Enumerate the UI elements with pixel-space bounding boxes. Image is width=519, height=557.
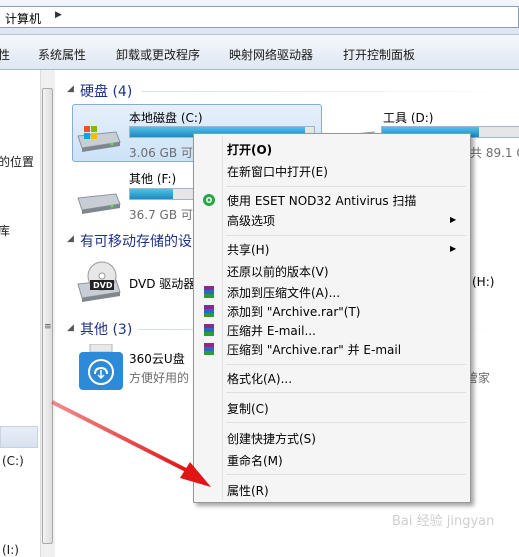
- menu-item-restore-previous[interactable]: 还原以前的版本(V): [227, 263, 329, 280]
- menu-item-add-to-archive-rar[interactable]: 添加到 "Archive.rar"(T): [227, 303, 360, 320]
- winrar-icon: [204, 324, 214, 336]
- collapse-arrow-icon[interactable]: ◢: [67, 234, 74, 244]
- dvd-drive-name[interactable]: DVD 驱动器: [129, 275, 195, 292]
- properties-command[interactable]: 性: [0, 46, 10, 63]
- drive-f-free-space: 36.7 GB 可: [129, 208, 193, 222]
- menu-separator: [226, 364, 466, 365]
- command-bar: 性 系统属性 卸载或更改程序 映射网络驱动器 打开控制面板: [0, 35, 519, 70]
- collapse-arrow-icon[interactable]: ◢: [67, 323, 74, 333]
- drive-d-name[interactable]: 工具 (D:): [383, 109, 433, 126]
- menu-item-properties[interactable]: 属性(R): [227, 482, 269, 499]
- menu-item-add-to-archive[interactable]: 添加到压缩文件(A)...: [227, 284, 340, 301]
- drive-f-icon: [77, 193, 121, 214]
- nav-item-libraries[interactable]: 库: [0, 222, 10, 239]
- cloud-disk-icon: [79, 344, 123, 390]
- submenu-arrow-icon: ▶: [450, 215, 457, 224]
- winrar-icon: [204, 305, 214, 317]
- menu-separator: [226, 235, 466, 236]
- menu-separator: [226, 422, 466, 423]
- collapse-arrow-icon[interactable]: ◢: [67, 84, 74, 94]
- pane-resize-grip-icon[interactable]: ≡: [44, 322, 52, 332]
- group-header-other[interactable]: 其他 (3): [80, 319, 132, 339]
- nav-scroll-thumb[interactable]: [42, 88, 53, 544]
- breadcrumb-chevron-icon[interactable]: ▶: [55, 10, 62, 20]
- address-bar: 计算机 ▶: [0, 0, 519, 35]
- map-network-drive-command[interactable]: 映射网络驱动器: [229, 46, 313, 63]
- winrar-icon: [204, 343, 214, 355]
- uninstall-program-command[interactable]: 卸载或更改程序: [116, 46, 200, 63]
- menu-item-format[interactable]: 格式化(A)...: [227, 370, 292, 387]
- group-header-removable[interactable]: 有可移动存储的设: [80, 231, 192, 251]
- navigation-pane: [0, 70, 40, 557]
- drive-f-name[interactable]: 其他 (F:): [129, 170, 176, 187]
- system-properties-command[interactable]: 系统属性: [38, 46, 86, 63]
- menu-item-rename[interactable]: 重命名(M): [227, 452, 283, 469]
- submenu-arrow-icon: ▶: [450, 244, 457, 253]
- drive-c-name: 本地磁盘 (C:): [129, 111, 203, 125]
- menu-separator: [226, 474, 466, 475]
- watermark: Bai 经验 jingyan: [392, 514, 495, 529]
- cloud-disk-description: 方便好用的: [129, 371, 190, 385]
- drive-f-usage-fill: [130, 189, 173, 199]
- menu-separator: [226, 186, 466, 187]
- nav-item-drive-i[interactable]: (I:): [2, 543, 19, 557]
- menu-gutter: [222, 136, 223, 500]
- nav-item-recent-places[interactable]: 的位置: [0, 153, 34, 170]
- winrar-icon: [204, 286, 214, 298]
- menu-item-compress-rar-email[interactable]: 压缩到 "Archive.rar" 并 E-mail: [227, 341, 401, 358]
- nav-item-computer-selected[interactable]: [0, 426, 38, 448]
- drive-h-name[interactable]: (H:): [472, 275, 494, 289]
- menu-item-share[interactable]: 共享(H): [227, 241, 269, 258]
- menu-item-advanced-options[interactable]: 高级选项: [227, 212, 275, 229]
- eset-icon: [203, 194, 215, 206]
- cloud-disk-name[interactable]: 360云U盘: [129, 350, 185, 367]
- context-menu: 打开(O) 在新窗口中打开(E) 使用 ESET NOD32 Antivirus…: [193, 133, 471, 503]
- address-field[interactable]: 计算机 ▶: [0, 6, 519, 28]
- menu-item-copy[interactable]: 复制(C): [227, 400, 269, 417]
- menu-item-eset-scan[interactable]: 使用 ESET NOD32 Antivirus 扫描: [227, 192, 416, 209]
- breadcrumb-computer[interactable]: 计算机: [5, 10, 41, 27]
- group-header-hard-disks[interactable]: 硬盘 (4): [80, 81, 132, 101]
- menu-item-open[interactable]: 打开(O): [227, 141, 272, 158]
- nav-item-drive-c[interactable]: (C:): [2, 454, 24, 468]
- drive-c-free-space: 3.06 GB 可: [129, 146, 193, 160]
- menu-item-compress-email[interactable]: 压缩并 E-mail...: [227, 322, 316, 339]
- dvd-icon-label: DVD: [93, 281, 113, 290]
- menu-separator: [226, 392, 466, 393]
- group-divider: [142, 91, 517, 92]
- menu-item-create-shortcut[interactable]: 创建快捷方式(S): [227, 430, 316, 447]
- windows-drive-icon: [77, 126, 121, 152]
- menu-item-open-new-window[interactable]: 在新窗口中打开(E): [227, 163, 328, 180]
- open-control-panel-command[interactable]: 打开控制面板: [343, 46, 415, 63]
- drive-d-free-space: 共 89.1 G: [470, 146, 519, 160]
